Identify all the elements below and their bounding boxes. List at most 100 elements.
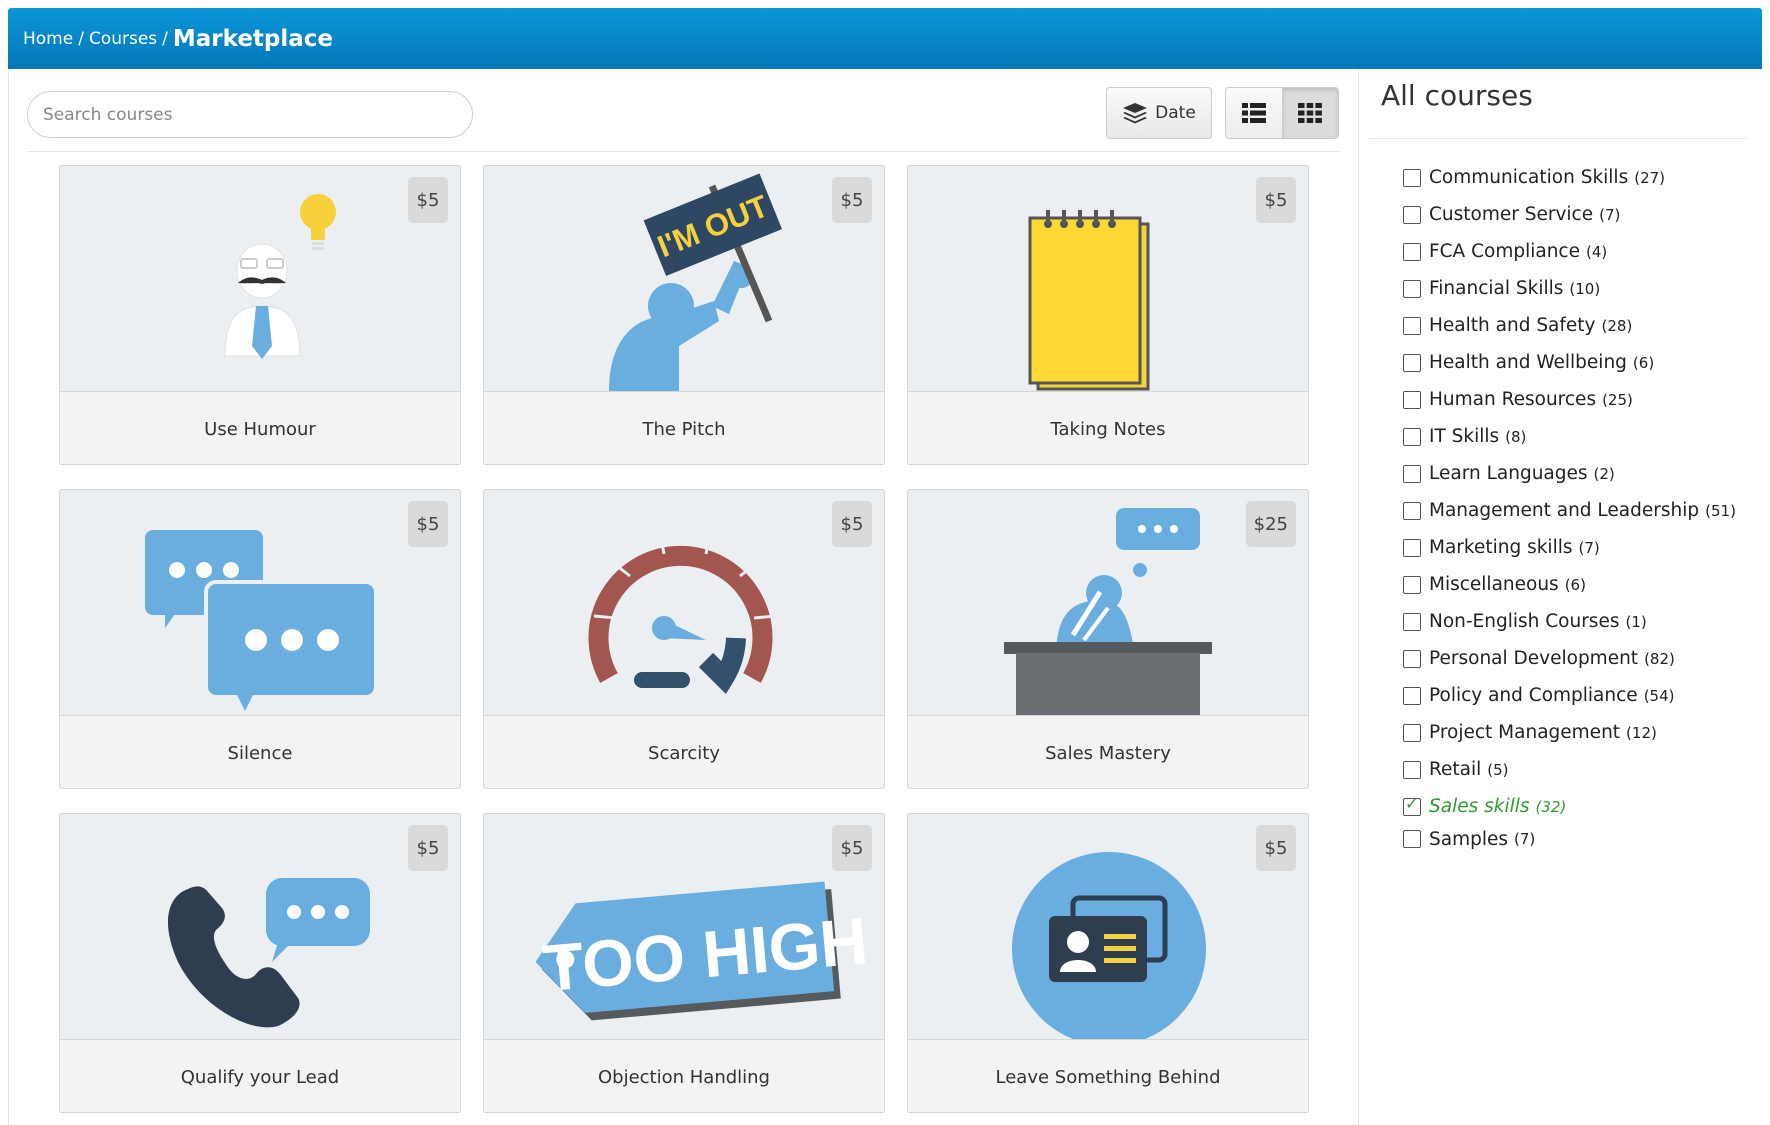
category-filter-item[interactable]: FCA Compliance (4) [1403, 233, 1736, 270]
checkbox[interactable] [1403, 242, 1421, 261]
checkbox[interactable] [1403, 501, 1421, 520]
checkbox[interactable] [1403, 353, 1421, 372]
category-count: (32) [1535, 797, 1567, 816]
category-count: (28) [1601, 316, 1633, 335]
person-at-desk-illustration [1004, 508, 1212, 715]
price-badge: $5 [832, 177, 872, 223]
course-image: I'M OUT $5 [484, 166, 884, 391]
page-title: Marketplace [172, 25, 334, 52]
category-filter-item[interactable]: Miscellaneous (6) [1403, 566, 1736, 603]
checkbox[interactable] [1403, 464, 1421, 483]
speedometer-illustration [588, 531, 777, 695]
course-card[interactable]: TOO HIGH $5 Objection Handling [483, 813, 885, 1113]
category-filter-item[interactable]: Customer Service (7) [1403, 196, 1736, 233]
course-card[interactable]: $5 Qualify your Lead [59, 813, 461, 1113]
course-title: Use Humour [60, 391, 460, 464]
category-filter-item[interactable]: Health and Wellbeing (6) [1403, 344, 1736, 381]
checkbox[interactable] [1403, 723, 1421, 742]
checkbox[interactable] [1403, 205, 1421, 224]
course-card[interactable]: $25 Sales Mastery [907, 489, 1309, 789]
category-name: Marketing skills [1429, 537, 1573, 558]
search-input[interactable] [27, 91, 473, 138]
price-badge: $5 [408, 825, 448, 871]
speech-bubbles-illustration [145, 530, 378, 711]
category-count: (5) [1487, 760, 1509, 779]
category-name: FCA Compliance [1429, 241, 1580, 262]
main-content: Date [8, 69, 1358, 1125]
checkbox[interactable] [1403, 390, 1421, 409]
category-name: Policy and Compliance [1429, 685, 1638, 706]
category-name: Retail [1429, 759, 1482, 780]
category-filter-item[interactable]: Retail (5) [1403, 751, 1736, 788]
checkbox[interactable] [1403, 538, 1421, 557]
category-filter-item[interactable]: Non-English Courses (1) [1403, 603, 1736, 640]
category-name: Management and Leadership [1429, 500, 1700, 521]
breadcrumb-home[interactable]: Home [23, 29, 73, 49]
course-card[interactable]: $5 Use Humour [59, 165, 461, 465]
category-filter-item[interactable]: Human Resources (25) [1403, 381, 1736, 418]
course-card[interactable]: I'M OUT $5 The Pitch [483, 165, 885, 465]
price-badge: $5 [832, 501, 872, 547]
notepad-illustration [1028, 210, 1150, 391]
checkbox[interactable] [1403, 830, 1421, 848]
checkbox[interactable] [1403, 612, 1421, 631]
category-name: Customer Service [1429, 204, 1594, 225]
course-image: $25 [908, 490, 1308, 715]
category-count: (6) [1632, 353, 1655, 372]
sidebar-divider [1369, 138, 1747, 139]
price-badge: $5 [408, 177, 448, 223]
view-toggle [1225, 87, 1339, 139]
category-filter-item[interactable]: Financial Skills (10) [1403, 270, 1736, 307]
course-card[interactable]: $5 Silence [59, 489, 461, 789]
sidebar-title: All courses [1381, 79, 1533, 112]
category-filter-item[interactable]: Samples (7) [1403, 825, 1736, 853]
category-filter-item[interactable]: Management and Leadership (51) [1403, 492, 1736, 529]
course-title: The Pitch [484, 391, 884, 464]
category-filter-item[interactable]: Marketing skills (7) [1403, 529, 1736, 566]
checkbox[interactable] [1403, 760, 1421, 779]
category-filter-item[interactable]: IT Skills (8) [1403, 418, 1736, 455]
checkbox[interactable] [1403, 427, 1421, 446]
too-high-tag-illustration: TOO HIGH [535, 881, 871, 1021]
price-badge: $5 [1256, 177, 1296, 223]
course-title: Taking Notes [908, 391, 1308, 464]
checkbox[interactable] [1403, 686, 1421, 705]
course-card[interactable]: $5 Leave Something Behind [907, 813, 1309, 1113]
category-list: Communication Skills (27) Customer Service… [1403, 159, 1736, 853]
category-filter-item[interactable]: Project Management (12) [1403, 714, 1736, 751]
breadcrumb-separator: / [78, 28, 84, 49]
category-filter-item[interactable]: Policy and Compliance (54) [1403, 677, 1736, 714]
category-filter-item[interactable]: Health and Safety (28) [1403, 307, 1736, 344]
category-name: IT Skills [1429, 426, 1500, 447]
course-title: Silence [60, 715, 460, 788]
course-card[interactable]: $5 Scarcity [483, 489, 885, 789]
category-count: (10) [1569, 279, 1601, 298]
course-title: Objection Handling [484, 1039, 884, 1112]
checkbox[interactable] [1403, 649, 1421, 668]
category-count: (6) [1564, 575, 1586, 594]
course-title: Scarcity [484, 715, 884, 788]
checked-checkbox[interactable] [1403, 794, 1421, 816]
checkbox[interactable] [1403, 279, 1421, 298]
checkbox[interactable] [1403, 575, 1421, 594]
category-filter-item[interactable]: Communication Skills (27) [1403, 159, 1736, 196]
breadcrumb-courses[interactable]: Courses [89, 29, 157, 49]
list-view-button[interactable] [1226, 88, 1282, 138]
breadcrumb-separator: / [162, 28, 168, 49]
category-filter-item[interactable]: Learn Languages (2) [1403, 455, 1736, 492]
course-card[interactable]: $5 Taking Notes [907, 165, 1309, 465]
grid-view-button[interactable] [1281, 88, 1338, 138]
category-count: (4) [1586, 242, 1608, 261]
category-name: Communication Skills [1429, 167, 1629, 188]
category-count: (25) [1602, 390, 1633, 409]
sort-date-button[interactable]: Date [1106, 87, 1212, 139]
category-filter-item[interactable]: Sales skills (32) [1403, 788, 1736, 825]
course-image: $5 [60, 814, 460, 1039]
checkbox[interactable] [1403, 168, 1421, 187]
category-name: Samples [1429, 828, 1509, 850]
course-image: TOO HIGH $5 [484, 814, 884, 1039]
category-filter-item[interactable]: Personal Development (82) [1403, 640, 1736, 677]
im-out-sign-illustration: I'M OUT [609, 173, 782, 391]
checkbox[interactable] [1403, 316, 1421, 335]
category-sidebar: All courses Communication Skills (27) Cust… [1358, 69, 1762, 1125]
